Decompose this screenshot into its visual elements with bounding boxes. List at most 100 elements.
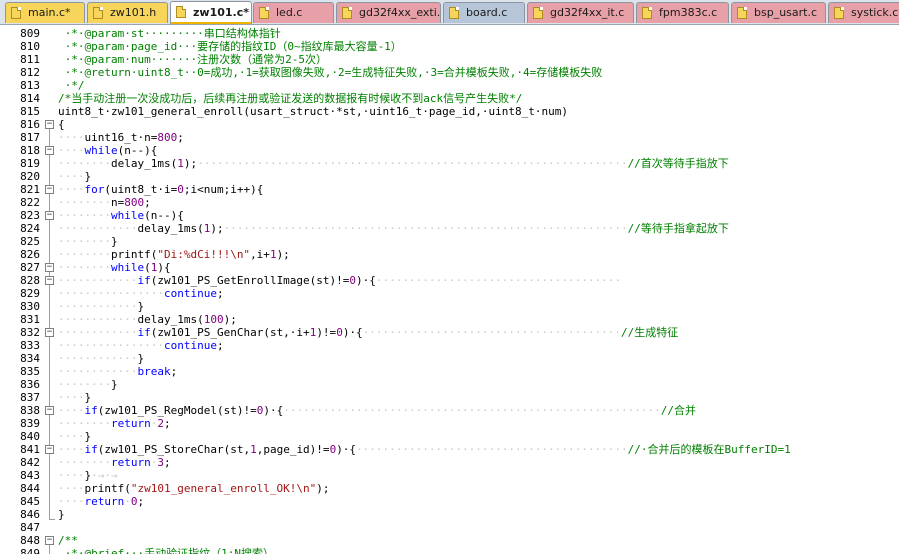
- code-token: }: [84, 391, 92, 404]
- code-token: ;: [144, 196, 151, 209]
- code-line[interactable]: 820 ····}: [0, 170, 899, 183]
- code-text: ········return·3;: [58, 456, 171, 469]
- line-number: 849: [20, 547, 40, 554]
- line-number: 826: [20, 248, 40, 261]
- code-line[interactable]: 846}: [0, 508, 899, 521]
- tab-bsp-usart-c[interactable]: bsp_usart.c: [731, 2, 826, 23]
- code-line[interactable]: 830 ············}: [0, 300, 899, 313]
- code-text: ·*/: [58, 79, 85, 92]
- line-number: 824: [20, 222, 40, 235]
- fold-toggle-icon[interactable]: −: [45, 120, 54, 129]
- code-line[interactable]: 835 ············break;: [0, 365, 899, 378]
- fold-toggle-icon[interactable]: −: [45, 146, 54, 155]
- code-line[interactable]: 818− ····while(n--){: [0, 144, 899, 157]
- code-line[interactable]: 810 ·*·@param·page_id···要存储的指纹ID（0~指纹库最大…: [0, 40, 899, 53]
- code-token: continue: [163, 287, 217, 300]
- code-token: 1: [269, 248, 277, 261]
- tab-systick-c[interactable]: systick.c: [828, 2, 899, 23]
- tab-fpm383c-c[interactable]: fpm383c.c: [636, 2, 729, 23]
- code-line[interactable]: 812 ·*·@return·uint8_t··0=成功,·1=获取图像失败,·…: [0, 66, 899, 79]
- fold-toggle-icon[interactable]: −: [45, 276, 54, 285]
- code-line[interactable]: 817 ····uint16_t·n=800;: [0, 131, 899, 144]
- code-line[interactable]: 831 ············delay_1ms(100);: [0, 313, 899, 326]
- code-line[interactable]: 844 ····printf("zw101_general_enroll_OK!\…: [0, 482, 899, 495]
- code-token: printf(: [84, 482, 131, 495]
- tab-board-c[interactable]: board.c: [443, 2, 525, 23]
- code-line[interactable]: 839 ········return·2;: [0, 417, 899, 430]
- code-line[interactable]: 832− ············if(zw101_PS_GenChar(st,·…: [0, 326, 899, 339]
- code-line[interactable]: 824 ············delay_1ms(1);············…: [0, 222, 899, 235]
- fold-toggle-icon[interactable]: −: [45, 406, 54, 415]
- file-icon: [449, 7, 459, 19]
- code-line[interactable]: 849 ·*·@brief···手动验证指纹（1:N搜索）: [0, 547, 899, 554]
- code-text: ····while(n--){: [58, 144, 157, 157]
- code-line[interactable]: 847: [0, 521, 899, 534]
- code-token: 3: [157, 456, 164, 469]
- line-number: 816: [20, 118, 40, 131]
- line-number: 821: [20, 183, 40, 196]
- code-line[interactable]: 826 ········printf("Di:%dCi!!!\n",i+1);: [0, 248, 899, 261]
- code-editor[interactable]: 809 ·*·@param·st·········串口结构体指针 810 ·*·@…: [0, 25, 899, 554]
- code-line[interactable]: 822 ········n=800;: [0, 196, 899, 209]
- code-line[interactable]: 837 ····}: [0, 391, 899, 404]
- code-line[interactable]: 814 /*当手动注册一次没成功后，后续再注册或验证发送的数据报有时候收不到ack…: [0, 92, 899, 105]
- code-line[interactable]: 816−{: [0, 118, 899, 131]
- tab-zw101-c[interactable]: zw101.c*: [170, 1, 252, 24]
- code-line[interactable]: 819 ········delay_1ms(1);················…: [0, 157, 899, 170]
- code-token: ){: [157, 261, 171, 274]
- code-token: (zw101_PS_GenChar(st,·i+: [150, 326, 310, 339]
- code-token: return: [110, 456, 151, 469]
- code-line[interactable]: 821− ····for(uint8_t·i=0;i<num;i++){: [0, 183, 899, 196]
- tab-label: led.c: [276, 6, 303, 19]
- fold-toggle-icon[interactable]: −: [45, 211, 54, 220]
- code-line[interactable]: 811 ·*·@param·num·······注册次数（通常为2-5次）: [0, 53, 899, 66]
- fold-toggle-icon[interactable]: −: [45, 328, 54, 337]
- code-line[interactable]: 834 ············}: [0, 352, 899, 365]
- tab-gd32f4xx-it-c[interactable]: gd32f4xx_it.c: [527, 2, 634, 23]
- fold-toggle-icon[interactable]: −: [45, 185, 54, 194]
- fold-toggle-icon[interactable]: −: [45, 263, 54, 272]
- code-line[interactable]: 840 ····}: [0, 430, 899, 443]
- fold-toggle-icon[interactable]: −: [45, 445, 54, 454]
- code-line[interactable]: 813 ·*/: [0, 79, 899, 92]
- code-line[interactable]: 841− ····if(zw101_PS_StoreChar(st,1,page_…: [0, 443, 899, 456]
- code-line[interactable]: 842 ········return·3;: [0, 456, 899, 469]
- tab-gd32f4xx-exti-c[interactable]: gd32f4xx_exti.c: [336, 2, 441, 23]
- code-token: 800: [157, 131, 178, 144]
- tab-main-c[interactable]: main.c*: [5, 2, 85, 23]
- fold-toggle-icon[interactable]: −: [45, 536, 54, 545]
- code-token: uint8_t·zw101_general_enroll(usart_struc…: [58, 105, 568, 118]
- code-token: return: [84, 495, 125, 508]
- code-line[interactable]: 838− ····if(zw101_PS_RegModel(st)!=0)·{··…: [0, 404, 899, 417]
- code-line[interactable]: 815 uint8_t·zw101_general_enroll(usart_st…: [0, 105, 899, 118]
- code-line[interactable]: 823− ········while(n--){: [0, 209, 899, 222]
- code-line[interactable]: 845 ····return·0;: [0, 495, 899, 508]
- code-line[interactable]: 833 ················continue;: [0, 339, 899, 352]
- tab-led-c[interactable]: led.c: [253, 2, 334, 23]
- code-line[interactable]: 828− ············if(zw101_PS_GetEnrollIma…: [0, 274, 899, 287]
- code-token: (n--){: [144, 209, 184, 222]
- code-text: ····if(zw101_PS_StoreChar(st,1,page_id)!…: [58, 443, 791, 456]
- code-token: ;: [216, 287, 224, 300]
- code-line[interactable]: 809 ·*·@param·st·········串口结构体指针: [0, 27, 899, 40]
- code-text: /*当手动注册一次没成功后，后续再注册或验证发送的数据报有时候收不到ack信号产…: [58, 92, 522, 105]
- code-text: ····uint16_t·n=800;: [58, 131, 184, 144]
- code-line[interactable]: 848−/**: [0, 534, 899, 547]
- code-token: 0: [130, 495, 138, 508]
- code-text: ········}: [58, 235, 118, 248]
- code-line[interactable]: 825 ········}: [0, 235, 899, 248]
- code-line[interactable]: 829 ················continue;: [0, 287, 899, 300]
- code-line[interactable]: 827− ········while(1){: [0, 261, 899, 274]
- code-token: ················: [58, 339, 164, 352]
- code-token: )!=: [316, 326, 337, 339]
- file-icon: [259, 7, 269, 19]
- code-line[interactable]: 836 ········}: [0, 378, 899, 391]
- tab-zw101-h[interactable]: zw101.h: [87, 2, 168, 23]
- code-line[interactable]: 843 ····}·→·→: [0, 469, 899, 482]
- code-text: ····return·0;: [58, 495, 144, 508]
- code-token: ;: [163, 417, 171, 430]
- code-token: 0: [177, 183, 184, 196]
- line-number: 844: [20, 482, 40, 495]
- code-token: if: [137, 274, 151, 287]
- file-icon: [176, 6, 186, 18]
